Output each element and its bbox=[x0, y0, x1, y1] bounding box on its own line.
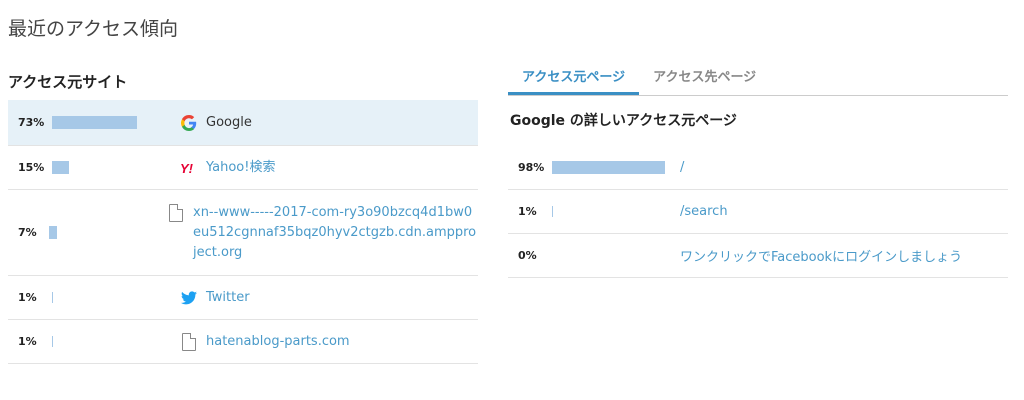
percent-bar bbox=[52, 116, 137, 129]
site-link[interactable]: xn--www-----2017-com-ry3o90bzcq4d1bw0eu5… bbox=[167, 203, 478, 263]
document-icon bbox=[180, 332, 198, 352]
table-row[interactable]: 1% /search bbox=[508, 190, 1008, 234]
referrer-sites-list: 73% Google 15% Y! Yahoo!検索 7% xn--www-----2017… bbox=[8, 100, 478, 364]
page-tabs: アクセス元ページ アクセス先ページ bbox=[508, 56, 1008, 96]
referrer-sites-title: アクセス元サイト bbox=[8, 73, 128, 91]
percent-label: 1% bbox=[18, 291, 37, 304]
twitter-icon bbox=[180, 288, 198, 308]
percent-label: 7% bbox=[18, 226, 37, 239]
percent-bar bbox=[52, 161, 69, 174]
percent-bar bbox=[49, 226, 58, 239]
table-row[interactable]: 98% / bbox=[508, 146, 1008, 190]
yahoo-icon: Y! bbox=[180, 158, 198, 178]
page-link[interactable]: ワンクリックでFacebookにログインしましょう bbox=[680, 246, 962, 265]
bar-cell bbox=[52, 276, 180, 319]
page-link[interactable]: / bbox=[680, 160, 684, 175]
site-name: hatenablog-parts.com bbox=[206, 333, 350, 349]
referrer-pages-list: 98% / 1% /search 0% ワンクリックでFacebookにログインしましょう bbox=[508, 146, 1008, 278]
percent-label: 0% bbox=[518, 249, 537, 262]
site-name: Google bbox=[206, 114, 252, 130]
page-link[interactable]: /search bbox=[680, 204, 728, 219]
percent-bar bbox=[52, 336, 53, 347]
google-icon bbox=[180, 113, 198, 133]
table-row[interactable]: 0% ワンクリックでFacebookにログインしましょう bbox=[508, 234, 1008, 278]
percent-label: 1% bbox=[18, 335, 37, 348]
site-name: Yahoo!検索 bbox=[206, 159, 276, 175]
site-name: Twitter bbox=[206, 289, 250, 305]
table-row[interactable]: 7% xn--www-----2017-com-ry3o90bzcq4d1bw0e… bbox=[8, 190, 478, 276]
document-icon bbox=[167, 203, 185, 223]
percent-bar bbox=[552, 161, 665, 174]
table-row[interactable]: 15% Y! Yahoo!検索 bbox=[8, 146, 478, 190]
table-row[interactable]: 1% Twitter bbox=[8, 276, 478, 320]
percent-bar bbox=[552, 206, 553, 217]
percent-label: 73% bbox=[18, 116, 45, 129]
bar-cell bbox=[49, 190, 167, 275]
bar-cell bbox=[52, 146, 180, 189]
page-title: 最近のアクセス傾向 bbox=[8, 18, 179, 40]
percent-label: 1% bbox=[518, 205, 537, 218]
site-link[interactable]: Twitter bbox=[180, 288, 478, 308]
site-link[interactable]: Google bbox=[180, 113, 478, 133]
bar-cell bbox=[52, 320, 180, 363]
table-row[interactable]: 73% Google bbox=[8, 100, 478, 146]
site-name: xn--www-----2017-com-ry3o90bzcq4d1bw0eu5… bbox=[193, 204, 477, 260]
table-row[interactable]: 1% hatenablog-parts.com bbox=[8, 320, 478, 364]
percent-label: 98% bbox=[518, 161, 545, 174]
tab-source-pages[interactable]: アクセス元ページ bbox=[508, 56, 640, 95]
site-link[interactable]: hatenablog-parts.com bbox=[180, 332, 478, 352]
tab-destination-pages[interactable]: アクセス先ページ bbox=[639, 56, 770, 95]
percent-label: 15% bbox=[18, 161, 45, 174]
referrer-pages-panel: アクセス元ページ アクセス先ページ Google の詳しいアクセス元ページ 98… bbox=[508, 56, 1008, 278]
referrer-sites-panel: アクセス元サイト 73% Google 15% Y! Yahoo!検索 7% xn--www… bbox=[8, 64, 478, 364]
percent-bar bbox=[52, 292, 53, 303]
bar-cell bbox=[552, 161, 680, 174]
site-link[interactable]: Y! Yahoo!検索 bbox=[180, 158, 478, 178]
detail-title: Google の詳しいアクセス元ページ bbox=[510, 113, 737, 129]
svg-text:Y!: Y! bbox=[180, 161, 194, 175]
bar-cell bbox=[52, 100, 180, 145]
bar-cell bbox=[552, 206, 680, 217]
